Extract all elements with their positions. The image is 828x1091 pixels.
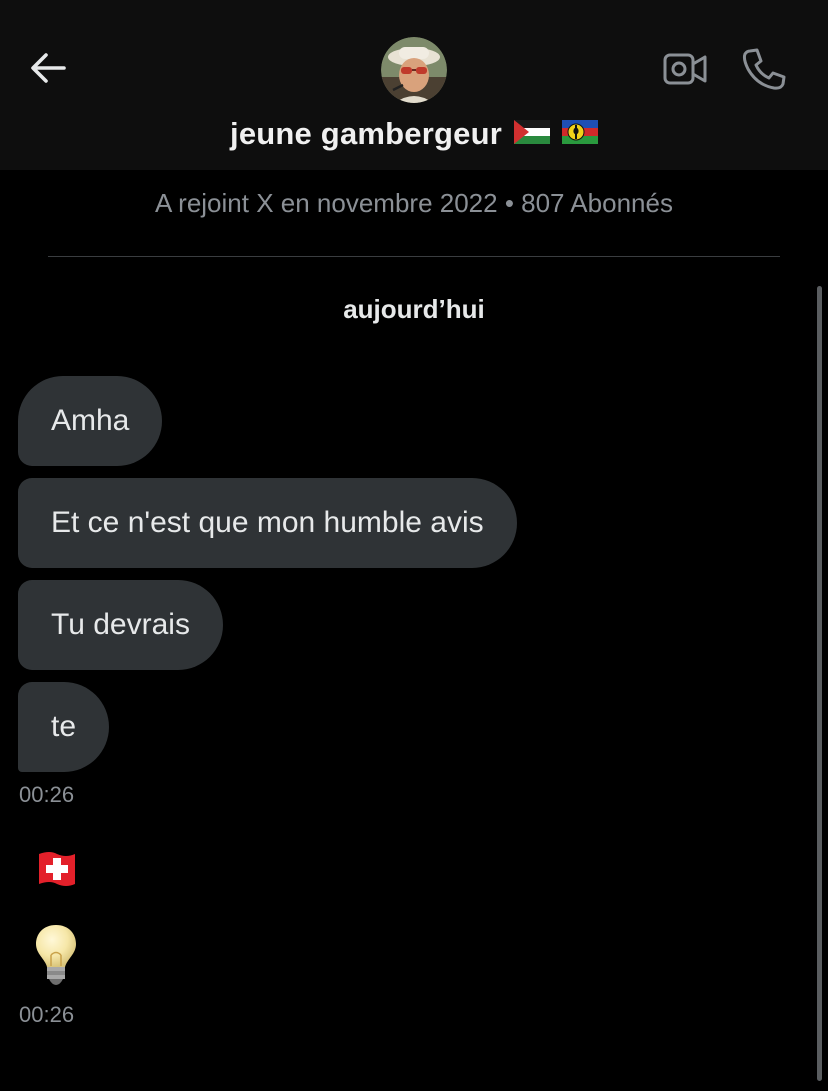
message-timestamp: 00:26: [19, 782, 75, 807]
avatar[interactable]: [381, 37, 447, 103]
message-bubble[interactable]: Tu devrais: [18, 580, 223, 670]
date-separator: aujourd’hui: [343, 294, 485, 324]
swiss-flag-emoji[interactable]: [36, 848, 78, 890]
divider: [48, 256, 780, 257]
voice-call-button[interactable]: [740, 46, 788, 92]
video-camera-icon: [663, 53, 707, 85]
message-bubble[interactable]: Et ce n'est que mon humble avis: [18, 478, 517, 568]
message-bubble[interactable]: te: [18, 682, 110, 772]
back-button[interactable]: [26, 48, 70, 88]
palestine-flag-icon: [513, 119, 550, 149]
profile-info: A rejoint X en novembre 2022 • 807 Abonn…: [155, 188, 673, 218]
username[interactable]: jeune gambergeur: [230, 116, 502, 152]
conversation-header: jeune gambergeur: [0, 0, 828, 170]
video-call-button[interactable]: [662, 48, 708, 90]
message-timestamp: 00:26: [19, 1002, 75, 1027]
light-bulb-emoji[interactable]: [32, 922, 80, 988]
arrow-left-icon: [31, 53, 66, 83]
title-row: jeune gambergeur: [0, 112, 828, 156]
new-caledonia-flag-icon: [561, 119, 598, 149]
phone-icon: [742, 48, 786, 90]
message-bubble[interactable]: Amha: [18, 376, 163, 466]
scrollbar[interactable]: [817, 286, 822, 1081]
